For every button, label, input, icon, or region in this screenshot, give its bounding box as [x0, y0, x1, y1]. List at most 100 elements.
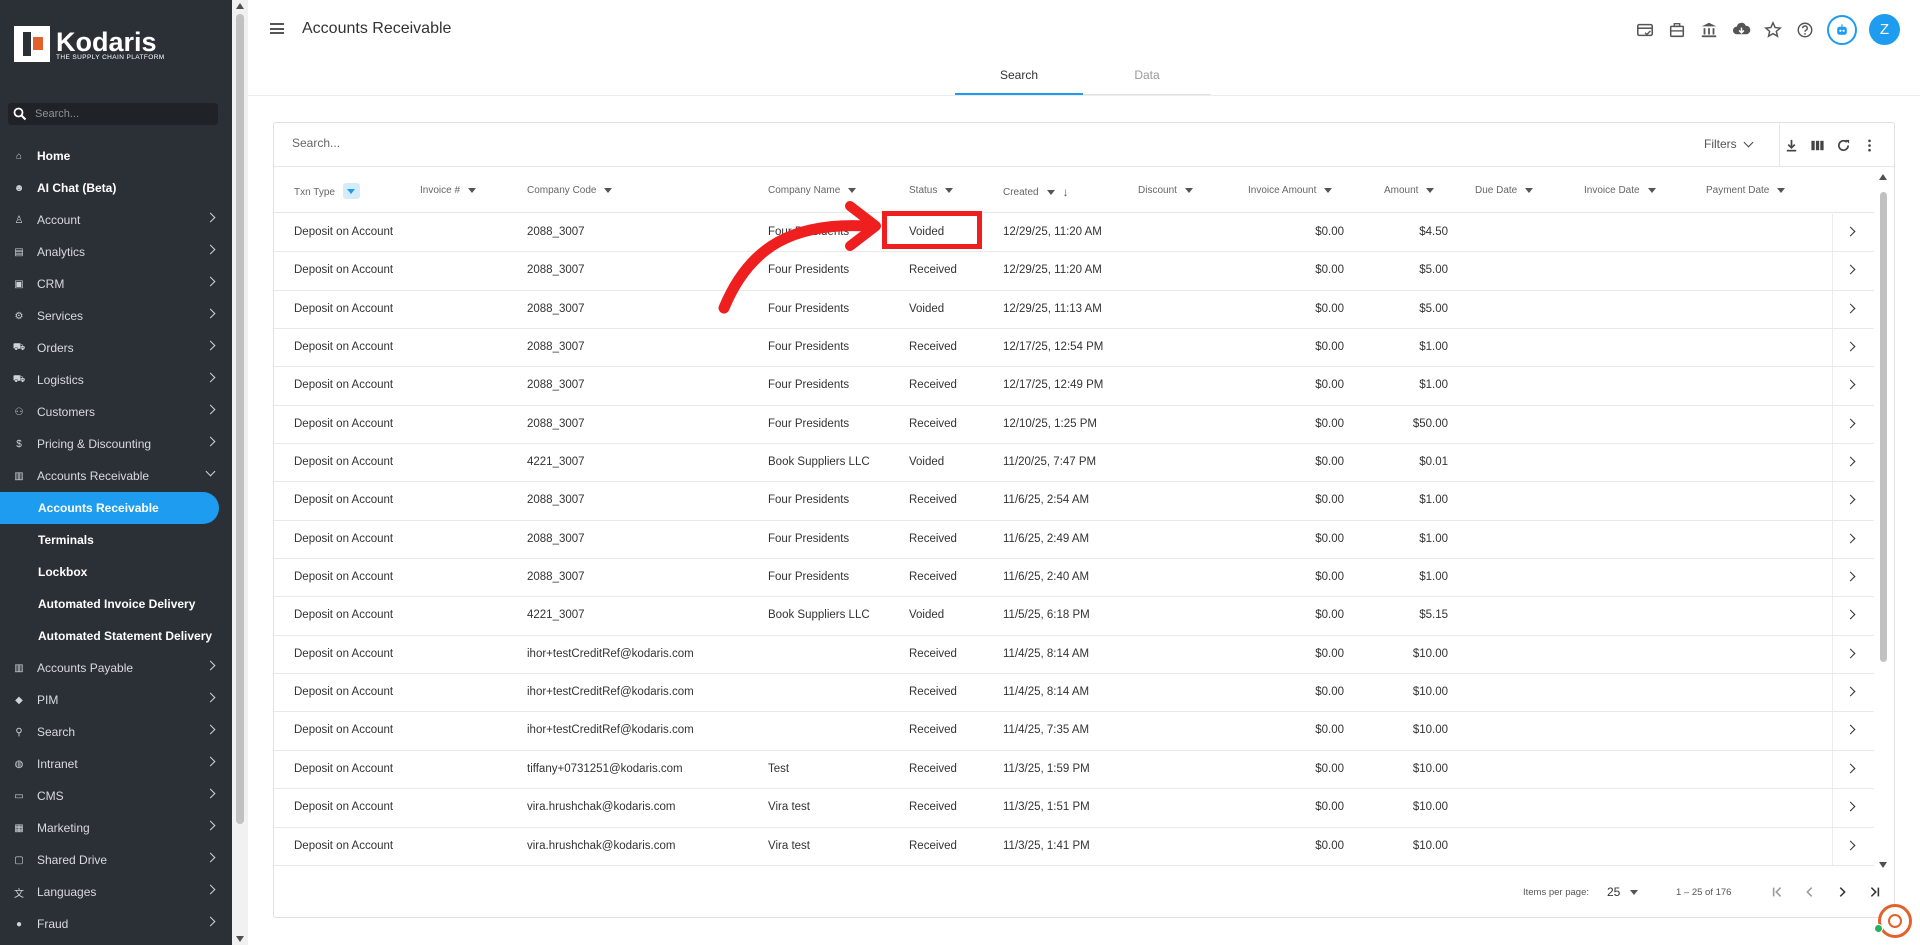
help-icon[interactable]	[1795, 20, 1815, 40]
sidebar-item-cms[interactable]: ▭ CMS	[0, 780, 232, 812]
column-header-amount[interactable]: Amount	[1384, 185, 1435, 196]
column-header-discount[interactable]: Discount	[1138, 185, 1193, 196]
column-header-payment-date[interactable]: Payment Date	[1706, 185, 1786, 196]
column-header-company-name[interactable]: Company Name	[768, 185, 857, 196]
last-page-icon[interactable]	[1865, 882, 1883, 902]
sidebar-item-languages[interactable]: 文 Languages	[0, 876, 232, 908]
column-header-invoice-date[interactable]: Invoice Date	[1584, 185, 1656, 196]
column-filter-icon[interactable]	[1426, 188, 1435, 193]
column-filter-active-icon[interactable]	[342, 183, 360, 199]
scrollbar-thumb[interactable]	[1880, 192, 1887, 662]
sidebar-item-shared-drive[interactable]: ▢ Shared Drive	[0, 844, 232, 876]
tab-data[interactable]: Data	[1083, 62, 1211, 94]
download-icon[interactable]	[1782, 135, 1800, 155]
first-page-icon[interactable]	[1769, 882, 1787, 902]
table-row[interactable]: Deposit on Account 2088_3007 Four Presiden…	[274, 214, 1874, 253]
sidebar-item-home[interactable]: ⌂ Home	[0, 140, 232, 172]
tab-search[interactable]: Search	[955, 62, 1083, 95]
sidebar-item-accounts-payable[interactable]: ▥ Accounts Payable	[0, 652, 232, 684]
briefcase-icon[interactable]	[1667, 20, 1687, 40]
row-open-chevron-icon[interactable]	[1845, 571, 1856, 583]
previous-page-icon[interactable]	[1801, 882, 1819, 902]
table-row[interactable]: Deposit on Account 2088_3007 Four Presiden…	[274, 482, 1874, 521]
row-open-chevron-icon[interactable]	[1845, 533, 1856, 545]
table-scrollbar[interactable]	[1874, 168, 1894, 872]
table-row[interactable]: Deposit on Account vira.hrushchak@kodaris…	[274, 827, 1874, 866]
column-header-status[interactable]: Status	[909, 185, 954, 196]
table-row[interactable]: Deposit on Account 2088_3007 Four Presiden…	[274, 329, 1874, 368]
user-avatar[interactable]: Z	[1869, 14, 1900, 45]
row-open-chevron-icon[interactable]	[1845, 303, 1856, 315]
kodaris-logo[interactable]: Kodaris THE SUPPLY CHAIN PLATFORM	[14, 26, 165, 62]
sidebar-item-ai-chat-beta[interactable]: ☻ AI Chat (Beta)	[0, 172, 232, 204]
star-icon[interactable]	[1763, 20, 1783, 40]
scroll-down-arrow-icon[interactable]	[236, 936, 244, 942]
column-filter-icon[interactable]	[1184, 188, 1193, 193]
sidebar-item-pricing-discounting[interactable]: $ Pricing & Discounting	[0, 428, 232, 460]
sidebar-item-analytics[interactable]: ▤ Analytics	[0, 236, 232, 268]
column-filter-icon[interactable]	[1046, 189, 1055, 195]
column-filter-icon[interactable]	[848, 188, 857, 193]
sidebar-subitem-terminals[interactable]: Terminals	[0, 524, 232, 556]
row-open-chevron-icon[interactable]	[1845, 379, 1856, 391]
refresh-icon[interactable]	[1834, 135, 1852, 155]
column-filter-icon[interactable]	[945, 188, 954, 193]
sidebar-item-pim[interactable]: ◆ PIM	[0, 684, 232, 716]
column-filter-icon[interactable]	[604, 188, 613, 193]
filters-button[interactable]: Filters	[1704, 137, 1754, 151]
row-open-chevron-icon[interactable]	[1845, 264, 1856, 276]
sidebar-item-crm[interactable]: ▣ CRM	[0, 268, 232, 300]
table-row[interactable]: Deposit on Account tiffany+0731251@kodari…	[274, 750, 1874, 790]
table-row[interactable]: Deposit on Account 4221_3007 Book Supplier…	[274, 597, 1874, 636]
row-open-chevron-icon[interactable]	[1845, 456, 1856, 468]
column-filter-icon[interactable]	[1525, 188, 1534, 193]
scroll-up-arrow-icon[interactable]	[236, 3, 244, 9]
robot-icon[interactable]	[1827, 14, 1857, 45]
row-open-chevron-icon[interactable]	[1845, 226, 1856, 238]
sidebar-item-customers[interactable]: ⚇ Customers	[0, 396, 232, 428]
columns-icon[interactable]	[1808, 135, 1826, 155]
table-row[interactable]: Deposit on Account ihor+testCreditRef@kod…	[274, 674, 1874, 713]
column-header-company-code[interactable]: Company Code	[527, 185, 613, 196]
sidebar-item-search[interactable]: ⚲ Search	[0, 716, 232, 748]
sidebar-scrollbar[interactable]	[232, 0, 248, 945]
sidebar-item-marketing[interactable]: ▦ Marketing	[0, 812, 232, 844]
row-open-chevron-icon[interactable]	[1845, 686, 1856, 698]
column-filter-icon[interactable]	[1777, 188, 1786, 193]
sidebar-item-intranet[interactable]: ◍ Intranet	[0, 748, 232, 780]
more-vert-icon[interactable]	[1860, 135, 1878, 155]
row-open-chevron-icon[interactable]	[1845, 724, 1856, 736]
row-open-chevron-icon[interactable]	[1845, 840, 1856, 852]
scroll-down-arrow-icon[interactable]	[1879, 862, 1887, 868]
row-open-chevron-icon[interactable]	[1845, 494, 1856, 506]
row-open-chevron-icon[interactable]	[1845, 763, 1856, 775]
sidebar-subitem-automated-statement-delivery[interactable]: Automated Statement Delivery	[0, 620, 232, 652]
sidebar-item-orders[interactable]: ⛟ Orders	[0, 332, 232, 364]
table-search-input[interactable]	[292, 136, 692, 150]
sidebar-item-fraud[interactable]: ● Fraud	[0, 908, 232, 940]
sidebar-subitem-automated-invoice-delivery[interactable]: Automated Invoice Delivery	[0, 588, 232, 620]
row-open-chevron-icon[interactable]	[1845, 341, 1856, 353]
sidebar-subitem-lockbox[interactable]: Lockbox	[0, 556, 232, 588]
column-header-invoice-amount[interactable]: Invoice Amount	[1248, 185, 1333, 196]
bank-icon[interactable]	[1699, 20, 1719, 40]
column-header-due-date[interactable]: Due Date	[1475, 185, 1534, 196]
row-open-chevron-icon[interactable]	[1845, 801, 1856, 813]
card-check-icon[interactable]	[1635, 20, 1655, 40]
column-header-invoice[interactable]: Invoice #	[420, 185, 477, 196]
row-open-chevron-icon[interactable]	[1845, 418, 1856, 430]
sidebar-item-account[interactable]: ♙ Account	[0, 204, 232, 236]
sidebar-item-services[interactable]: ⚙ Services	[0, 300, 232, 332]
table-row[interactable]: Deposit on Account 4221_3007 Book Supplier…	[274, 444, 1874, 483]
next-page-icon[interactable]	[1833, 882, 1851, 902]
scrollbar-thumb[interactable]	[236, 14, 244, 824]
hamburger-menu-icon[interactable]	[270, 23, 284, 34]
row-open-chevron-icon[interactable]	[1845, 648, 1856, 660]
table-row[interactable]: Deposit on Account vira.hrushchak@kodaris…	[274, 789, 1874, 828]
table-row[interactable]: Deposit on Account 2088_3007 Four Presiden…	[274, 520, 1874, 560]
scroll-up-arrow-icon[interactable]	[1879, 174, 1887, 180]
sidebar-item-logistics[interactable]: ⛟ Logistics	[0, 364, 232, 396]
table-row[interactable]: Deposit on Account 2088_3007 Four Presiden…	[274, 559, 1874, 598]
sidebar-search-input[interactable]	[35, 108, 205, 120]
column-filter-icon[interactable]	[468, 188, 477, 193]
